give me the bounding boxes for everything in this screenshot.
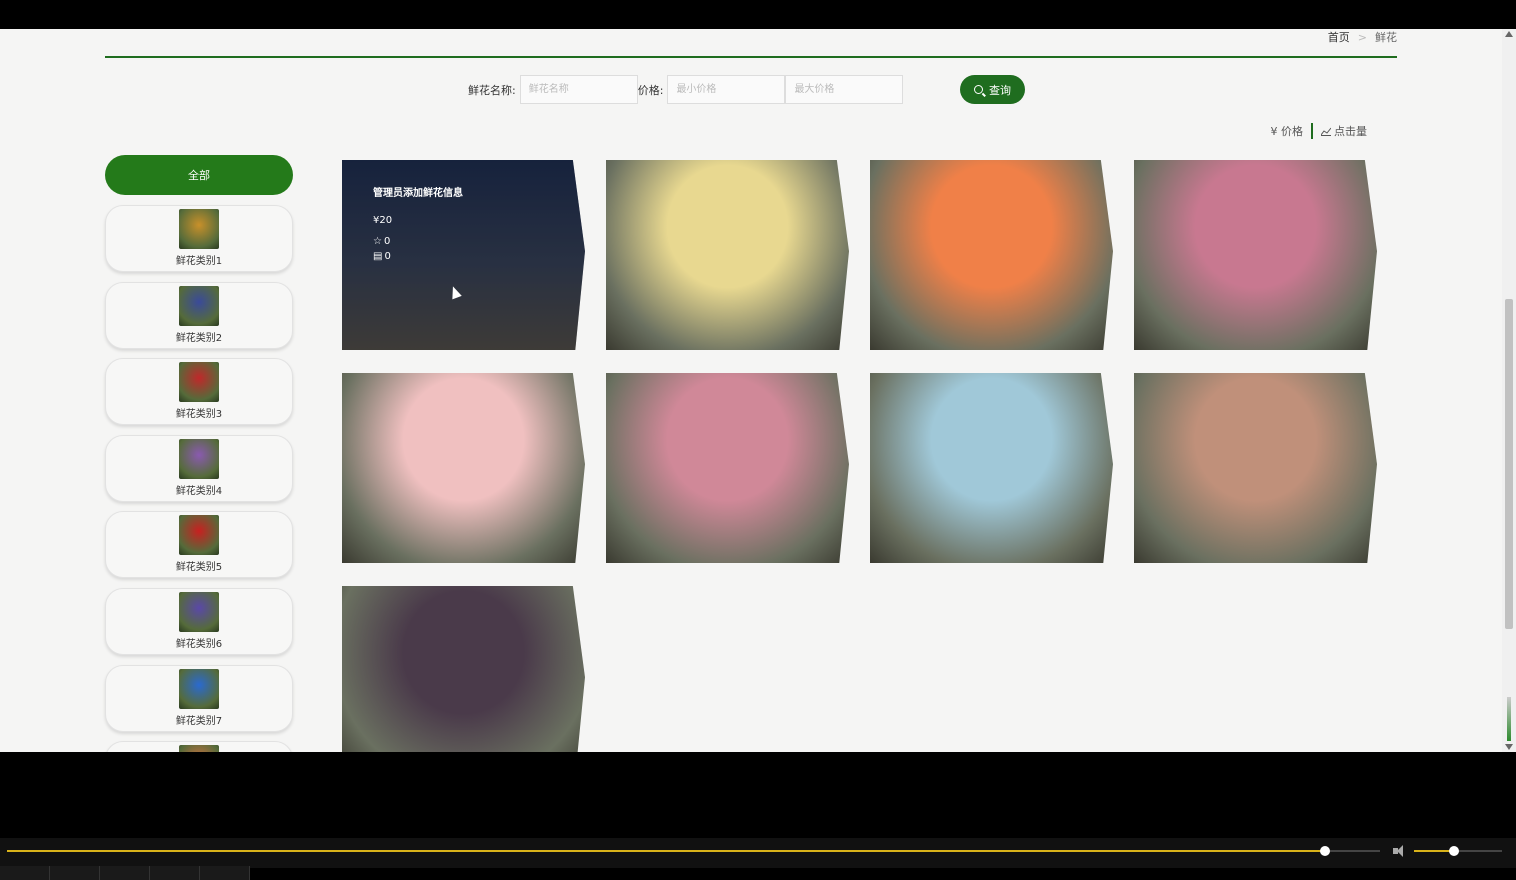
category-item[interactable]: 鲜花类别2	[105, 281, 293, 349]
volume-icon[interactable]	[1393, 845, 1407, 857]
player-tab[interactable]	[50, 866, 100, 880]
category-thumbnail	[179, 362, 219, 403]
comment-icon: ▤	[373, 251, 383, 262]
category-item[interactable]	[105, 741, 293, 752]
sort-clicks-button[interactable]: 点击量	[1321, 123, 1367, 139]
flower-name-input[interactable]	[519, 75, 638, 104]
sort-clicks-label: 点击量	[1334, 125, 1367, 138]
comments-count: 0	[384, 251, 391, 262]
product-card[interactable]	[1134, 373, 1377, 563]
product-card[interactable]	[606, 160, 849, 350]
category-label: 鲜花类别2	[175, 332, 223, 344]
category-thumbnail	[179, 591, 219, 632]
product-hover-overlay: 管理员添加鲜花信息 ¥20 ☆ 0 ▤ 0	[342, 160, 585, 350]
category-label: 鲜花类别4	[175, 485, 223, 497]
product-price: ¥20	[373, 215, 393, 226]
product-card[interactable]	[870, 373, 1113, 563]
category-label: 鲜花类别1	[175, 256, 223, 267]
max-price-input[interactable]	[785, 75, 904, 104]
product-name: 管理员添加鲜花信息	[373, 188, 463, 199]
player-tab[interactable]	[200, 866, 250, 880]
category-thumbnail	[179, 438, 219, 479]
min-price-input[interactable]	[667, 75, 786, 104]
player-tab[interactable]	[150, 866, 200, 880]
category-thumbnail	[179, 209, 219, 249]
search-form: 鲜花名称: 价格:	[468, 75, 904, 104]
category-label: 鲜花类别6	[175, 638, 223, 650]
category-label: 鲜花类别7	[175, 715, 223, 727]
product-card[interactable]	[1134, 160, 1377, 350]
breadcrumb-separator: >	[1357, 30, 1367, 44]
star-icon: ☆	[373, 236, 382, 247]
page-scrollbar[interactable]	[1502, 29, 1516, 752]
top-bar	[0, 0, 1516, 29]
category-label: 鲜花类别3	[175, 409, 223, 421]
player-controls-bg	[0, 838, 1516, 868]
progress-slider[interactable]	[7, 846, 1380, 856]
category-sidebar: 全部 鲜花类别1 鲜花类别2 鲜花类别3 鲜花类别4 鲜花类别5 鲜花类别6 鲜花类别7	[105, 155, 293, 752]
category-item[interactable]: 鲜花类别5	[105, 511, 293, 579]
scroll-thumb[interactable]	[1505, 299, 1513, 629]
product-card[interactable]: 管理员添加鲜花信息 ¥20 ☆ 0 ▤ 0	[342, 160, 585, 350]
volume-fill	[1414, 850, 1454, 852]
comments-stat: ▤ 0	[373, 251, 585, 262]
product-card[interactable]	[342, 373, 585, 563]
breadcrumb-home[interactable]: 首页	[1328, 29, 1350, 45]
sort-divider	[1311, 123, 1313, 139]
scroll-up-icon[interactable]	[1505, 31, 1513, 37]
product-card[interactable]	[606, 373, 849, 563]
trend-icon	[1321, 127, 1331, 136]
player-tab[interactable]	[100, 866, 150, 880]
favorites-stat: ☆ 0	[373, 236, 585, 247]
volume-slider[interactable]	[1414, 846, 1502, 856]
query-button[interactable]: 查询	[960, 75, 1025, 104]
progress-fill	[7, 850, 1326, 852]
category-label: 鲜花类别5	[175, 562, 223, 574]
scroll-indicator	[1507, 697, 1511, 741]
category-thumbnail	[179, 745, 219, 752]
category-item[interactable]: 鲜花类别3	[105, 358, 293, 426]
category-item[interactable]: 鲜花类别7	[105, 664, 293, 732]
header-divider	[105, 56, 1397, 58]
category-thumbnail	[179, 668, 219, 709]
page: 首页 > 鲜花 鲜花名称: 价格: 查询 ¥ 价格 点击量 全部 鲜花类别1 鲜花…	[0, 29, 1502, 752]
product-card[interactable]	[342, 586, 585, 752]
sort-price-button[interactable]: ¥ 价格	[1271, 123, 1304, 139]
player-tabs	[0, 866, 250, 880]
scroll-down-icon[interactable]	[1505, 744, 1513, 750]
video-player-bar	[0, 752, 1516, 880]
sort-bar: ¥ 价格 点击量	[1271, 123, 1367, 139]
category-item[interactable]: 鲜花类别6	[105, 587, 293, 655]
favorites-count: 0	[383, 236, 391, 247]
query-label: 查询	[989, 83, 1011, 97]
category-all-button[interactable]: 全部	[105, 155, 293, 195]
price-label: 价格:	[637, 83, 664, 97]
search-icon	[974, 85, 983, 94]
sort-price-label: ¥ 价格	[1270, 125, 1304, 138]
breadcrumb: 首页 > 鲜花	[1328, 29, 1397, 45]
mouse-cursor-icon	[448, 284, 462, 300]
category-item[interactable]: 鲜花类别1	[105, 205, 293, 272]
category-thumbnail	[179, 515, 219, 556]
category-thumbnail	[179, 285, 219, 326]
category-item[interactable]: 鲜花类别4	[105, 434, 293, 502]
product-card[interactable]	[870, 160, 1113, 350]
breadcrumb-current: 鲜花	[1375, 31, 1397, 44]
volume-handle[interactable]	[1448, 846, 1459, 856]
name-label: 鲜花名称:	[468, 83, 516, 97]
player-tab[interactable]	[0, 866, 50, 880]
